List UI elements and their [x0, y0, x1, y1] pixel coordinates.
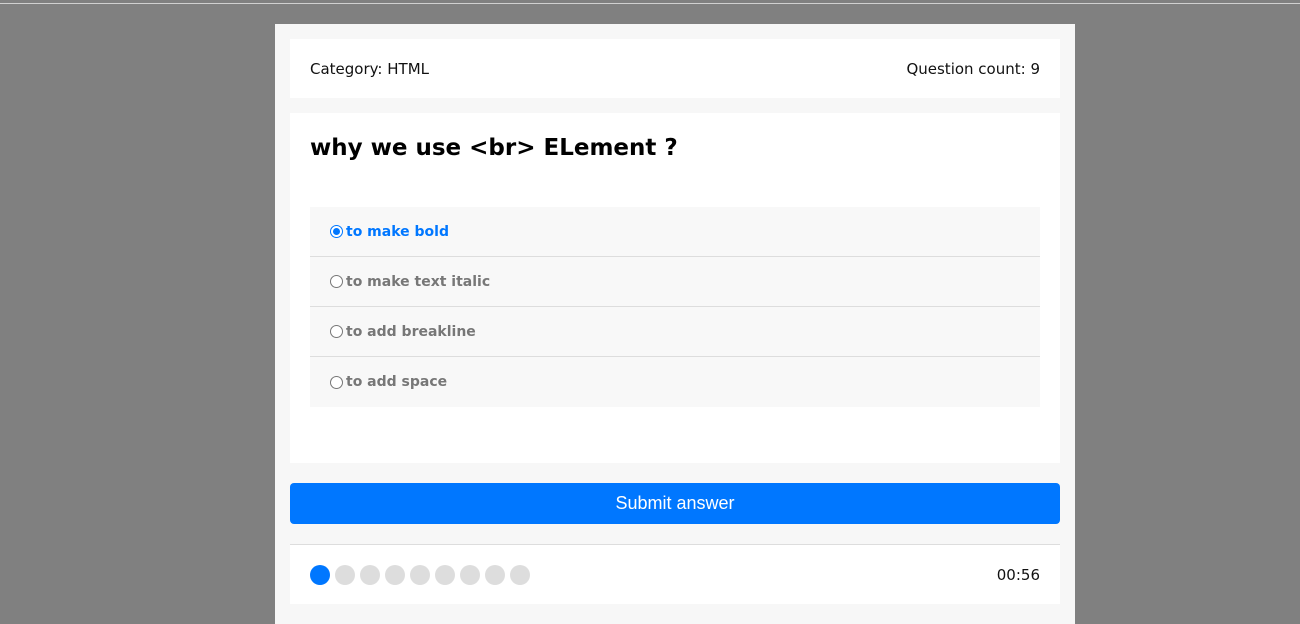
- radio-button[interactable]: [330, 375, 343, 389]
- quiz-header: Category: HTML Question count: 9: [290, 39, 1060, 98]
- option-label: to make text italic: [346, 273, 491, 290]
- category-label: Category: HTML: [310, 59, 429, 78]
- timer: 00:56: [996, 565, 1040, 584]
- option-item[interactable]: to add breakline: [310, 307, 1040, 357]
- progress-dots: [310, 564, 530, 585]
- radio-button[interactable]: [330, 275, 343, 288]
- progress-dot: [410, 564, 430, 585]
- option-label: to add breakline: [346, 323, 476, 340]
- progress-dot: [335, 564, 355, 585]
- progress-dot: [510, 564, 530, 585]
- top-divider: [0, 3, 1300, 4]
- option-item[interactable]: to make bold: [310, 207, 1040, 257]
- question-count: Question count: 9: [906, 59, 1040, 78]
- progress-dot: [360, 564, 380, 585]
- submit-answer-button[interactable]: Submit answer: [290, 483, 1060, 524]
- options-list: to make bold to make text italic to add …: [310, 207, 1040, 407]
- option-item[interactable]: to add space: [310, 357, 1040, 407]
- quiz-footer: 00:56: [290, 544, 1060, 604]
- progress-dot: [385, 564, 405, 585]
- radio-button[interactable]: [330, 225, 343, 238]
- option-label: to make bold: [346, 223, 449, 240]
- question-title: why we use <br> ELement ?: [310, 135, 678, 161]
- option-label: to add space: [346, 374, 448, 390]
- option-item[interactable]: to make text italic: [310, 257, 1040, 307]
- progress-dot: [310, 564, 330, 585]
- progress-dot: [485, 564, 505, 585]
- quiz-card: Category: HTML Question count: 9 why we …: [275, 24, 1075, 624]
- progress-dot: [460, 564, 480, 585]
- progress-dot: [435, 564, 455, 585]
- question-box: why we use <br> ELement ? to make bold t…: [290, 113, 1060, 463]
- radio-button[interactable]: [330, 325, 343, 338]
